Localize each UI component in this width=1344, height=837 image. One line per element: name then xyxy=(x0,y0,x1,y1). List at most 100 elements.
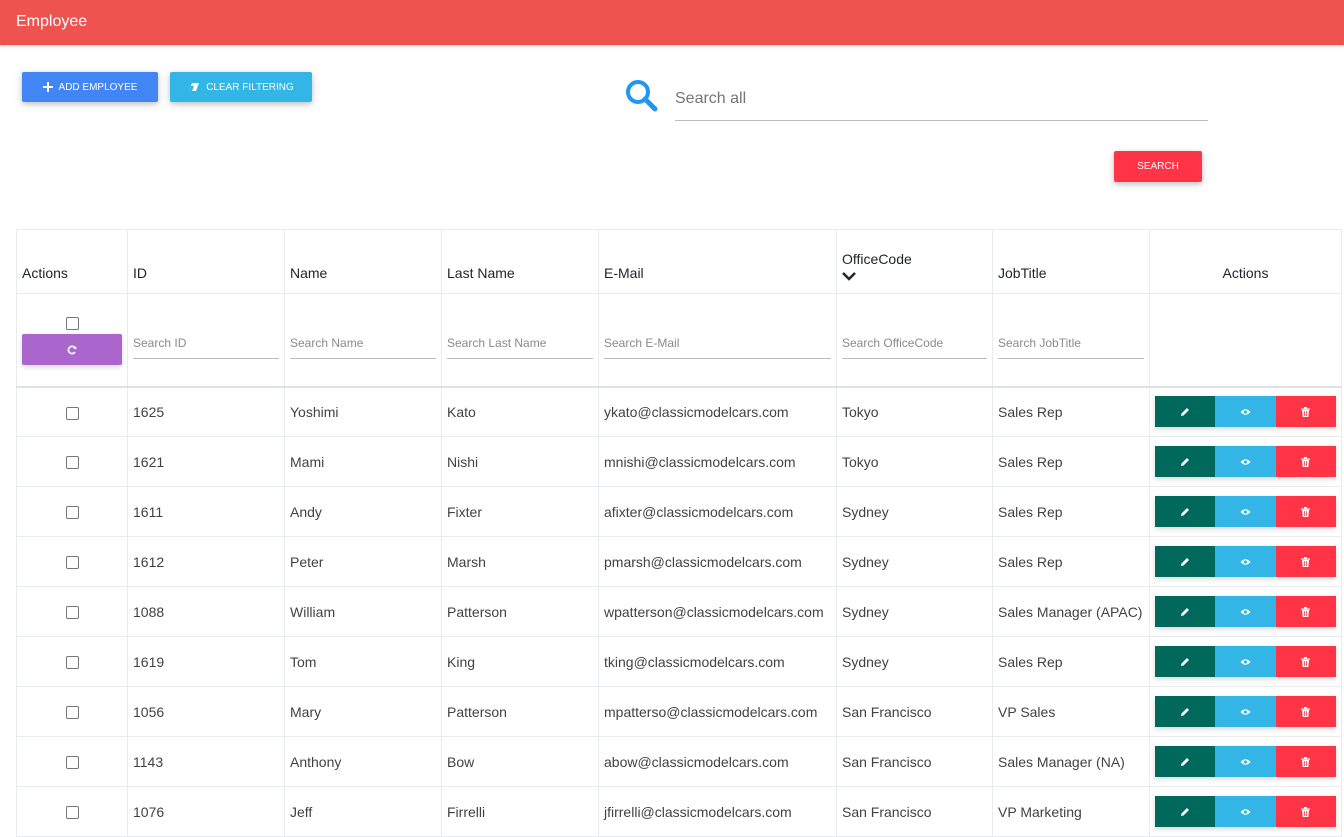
row-checkbox[interactable] xyxy=(66,456,79,469)
filter-officecode-input[interactable] xyxy=(842,329,987,359)
cell-email: tking@classicmodelcars.com xyxy=(599,637,837,687)
view-button[interactable] xyxy=(1215,796,1275,827)
add-employee-button[interactable]: ADD EMPLOYEE xyxy=(22,72,158,102)
edit-button[interactable] xyxy=(1155,646,1215,677)
cell-name: Peter xyxy=(285,537,442,587)
cell-email: jfirrelli@classicmodelcars.com xyxy=(599,787,837,837)
trash-icon xyxy=(1301,507,1310,517)
cell-last-name: Bow xyxy=(442,737,599,787)
cell-email: mpatterso@classicmodelcars.com xyxy=(599,687,837,737)
edit-button[interactable] xyxy=(1155,696,1215,727)
edit-button[interactable] xyxy=(1155,446,1215,477)
view-button[interactable] xyxy=(1215,496,1275,527)
row-select-cell xyxy=(17,587,128,637)
row-checkbox[interactable] xyxy=(66,556,79,569)
edit-button[interactable] xyxy=(1155,496,1215,527)
search-button[interactable]: SEARCH xyxy=(1114,151,1202,182)
row-actions-cell xyxy=(1150,637,1342,687)
eye-icon xyxy=(1240,608,1251,616)
delete-button[interactable] xyxy=(1276,796,1336,827)
row-checkbox[interactable] xyxy=(66,656,79,669)
eye-icon xyxy=(1240,808,1251,816)
view-button[interactable] xyxy=(1215,396,1275,427)
filter-name-input[interactable] xyxy=(290,329,436,359)
header-actions-left: Actions xyxy=(17,230,128,294)
delete-button[interactable] xyxy=(1276,446,1336,477)
header-actions-right: Actions xyxy=(1150,230,1342,294)
header-last-name[interactable]: Last Name xyxy=(442,230,599,294)
row-action-group xyxy=(1155,596,1336,627)
cell-office: Tokyo xyxy=(837,437,993,487)
delete-button[interactable] xyxy=(1276,746,1336,777)
pencil-icon xyxy=(1180,607,1190,617)
add-employee-label: ADD EMPLOYEE xyxy=(59,82,138,93)
filter-actions-empty-cell xyxy=(1150,294,1342,387)
row-select-cell xyxy=(17,687,128,737)
cell-id: 1611 xyxy=(128,487,285,537)
pencil-icon xyxy=(1180,807,1190,817)
row-checkbox[interactable] xyxy=(66,756,79,769)
header-officecode[interactable]: OfficeCode xyxy=(837,230,993,294)
header-jobtitle[interactable]: JobTitle xyxy=(993,230,1150,294)
row-checkbox[interactable] xyxy=(66,407,79,420)
delete-button[interactable] xyxy=(1276,696,1336,727)
cell-last-name: Patterson xyxy=(442,687,599,737)
trash-icon xyxy=(1301,757,1310,767)
cell-email: wpatterson@classicmodelcars.com xyxy=(599,587,837,637)
cell-id: 1076 xyxy=(128,787,285,837)
search-button-label: SEARCH xyxy=(1137,161,1179,172)
delete-button[interactable] xyxy=(1276,546,1336,577)
view-button[interactable] xyxy=(1215,696,1275,727)
filter-last-name-input[interactable] xyxy=(447,329,593,359)
select-all-checkbox[interactable] xyxy=(66,317,79,330)
row-checkbox[interactable] xyxy=(66,806,79,819)
trash-icon xyxy=(1301,807,1310,817)
edit-button[interactable] xyxy=(1155,746,1215,777)
row-select-cell xyxy=(17,387,128,437)
header-id[interactable]: ID xyxy=(128,230,285,294)
row-checkbox[interactable] xyxy=(66,606,79,619)
pencil-icon xyxy=(1180,507,1190,517)
row-actions-cell xyxy=(1150,787,1342,837)
edit-button[interactable] xyxy=(1155,546,1215,577)
search-all-input[interactable] xyxy=(675,78,1208,121)
filter-select-cell xyxy=(17,294,128,387)
pencil-icon xyxy=(1180,557,1190,567)
edit-button[interactable] xyxy=(1155,596,1215,627)
reset-button[interactable] xyxy=(22,334,122,365)
edit-button[interactable] xyxy=(1155,796,1215,827)
clear-filtering-button[interactable]: CLEAR FILTERING xyxy=(170,72,312,102)
eye-icon xyxy=(1240,458,1251,466)
view-button[interactable] xyxy=(1215,746,1275,777)
edit-button[interactable] xyxy=(1155,396,1215,427)
delete-button[interactable] xyxy=(1276,596,1336,627)
cell-id: 1625 xyxy=(128,387,285,437)
chevron-down-icon[interactable] xyxy=(842,271,856,281)
header-officecode-label: OfficeCode xyxy=(842,251,912,267)
trash-icon xyxy=(1301,657,1310,667)
header-email[interactable]: E-Mail xyxy=(599,230,837,294)
pencil-icon xyxy=(1180,407,1190,417)
row-actions-cell xyxy=(1150,387,1342,437)
pencil-icon xyxy=(1180,657,1190,667)
view-button[interactable] xyxy=(1215,446,1275,477)
delete-button[interactable] xyxy=(1276,646,1336,677)
cell-office: Tokyo xyxy=(837,387,993,437)
row-select-cell xyxy=(17,487,128,537)
delete-button[interactable] xyxy=(1276,396,1336,427)
cell-office: Sydney xyxy=(837,587,993,637)
table-row: 1612PeterMarshpmarsh@classicmodelcars.co… xyxy=(17,537,1342,587)
view-button[interactable] xyxy=(1215,596,1275,627)
row-select-cell xyxy=(17,737,128,787)
row-actions-cell xyxy=(1150,537,1342,587)
filter-id-input[interactable] xyxy=(133,329,279,359)
cell-job: VP Sales xyxy=(993,687,1150,737)
filter-email-input[interactable] xyxy=(604,329,831,359)
filter-jobtitle-input[interactable] xyxy=(998,329,1144,359)
row-checkbox[interactable] xyxy=(66,506,79,519)
row-checkbox[interactable] xyxy=(66,706,79,719)
view-button[interactable] xyxy=(1215,646,1275,677)
delete-button[interactable] xyxy=(1276,496,1336,527)
header-name[interactable]: Name xyxy=(285,230,442,294)
view-button[interactable] xyxy=(1215,546,1275,577)
